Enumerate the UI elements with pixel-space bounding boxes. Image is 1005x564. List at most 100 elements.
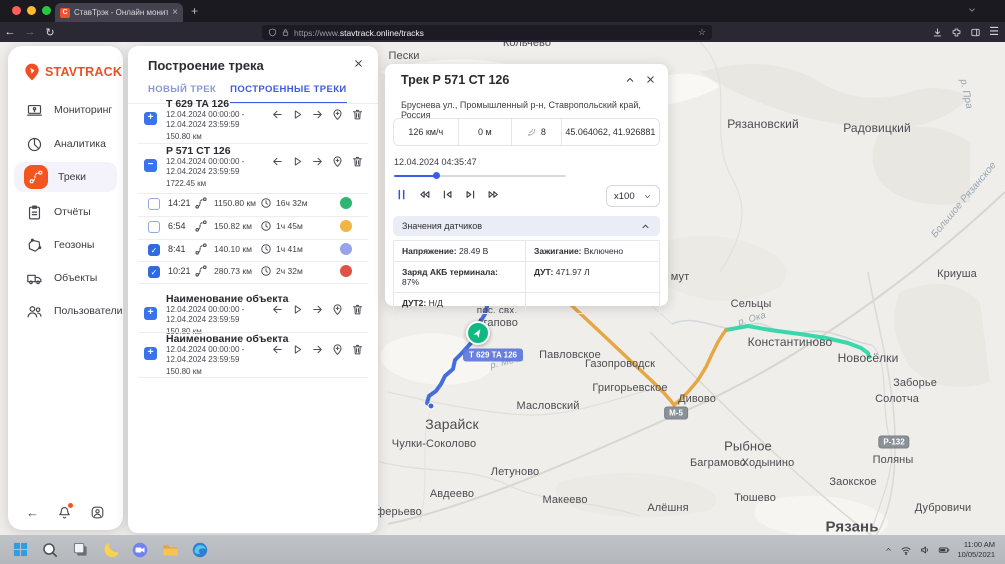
bell-icon[interactable]: [57, 505, 72, 520]
track-item-2[interactable]: +Наименование объекта12.04.2024 00:00:00…: [144, 293, 368, 337]
step-back-icon[interactable]: [271, 303, 284, 316]
sidebar-item-3[interactable]: Отчёты: [14, 197, 117, 227]
search-icon[interactable]: [40, 540, 60, 560]
start-icon[interactable]: [10, 540, 30, 560]
window-close-button[interactable]: [12, 6, 21, 15]
wifi-icon[interactable]: [900, 544, 912, 556]
subtrack-color-dot[interactable]: [340, 197, 352, 209]
step-back-icon[interactable]: [271, 155, 284, 168]
sidebar-item-5[interactable]: Объекты: [14, 263, 117, 293]
close-icon[interactable]: [645, 74, 656, 86]
sidebar-item-1[interactable]: Аналитика: [14, 129, 117, 159]
playback-slider[interactable]: [394, 172, 566, 180]
slider-thumb[interactable]: [433, 172, 440, 179]
video-app-icon[interactable]: [130, 540, 150, 560]
battery-icon[interactable]: [938, 544, 950, 556]
subtrack-row-2[interactable]: ✓8:41140.10 км1ч 41м: [148, 239, 368, 262]
download-icon[interactable]: [932, 27, 943, 38]
sidebar-item-label: Пользователи: [54, 305, 123, 317]
sidebar-item-2[interactable]: Треки: [14, 162, 117, 192]
volume-icon[interactable]: [919, 544, 931, 556]
sidebar-icon[interactable]: [970, 27, 981, 38]
trash-icon[interactable]: [351, 343, 364, 356]
location-pin-icon[interactable]: [331, 343, 344, 356]
crescent-app-icon[interactable]: [100, 540, 120, 560]
subtrack-checkbox[interactable]: [148, 198, 160, 210]
profile-icon[interactable]: [90, 505, 105, 520]
trash-icon[interactable]: [351, 155, 364, 168]
play-icon[interactable]: [291, 343, 304, 356]
location-pin-icon[interactable]: [331, 155, 344, 168]
fast-forward-icon[interactable]: [486, 187, 501, 202]
trash-icon[interactable]: [351, 108, 364, 121]
subtrack-checkbox[interactable]: ✓: [148, 266, 160, 278]
bookmark-star-icon[interactable]: ☆: [698, 27, 706, 38]
step-forward-icon[interactable]: [311, 108, 324, 121]
location-pin-icon[interactable]: [331, 108, 344, 121]
rewind-icon[interactable]: [417, 187, 432, 202]
collapse-arrow-icon[interactable]: ←: [26, 505, 39, 520]
playback-speed-select[interactable]: x100: [606, 185, 660, 207]
subtrack-distance: 140.10 км: [214, 244, 252, 254]
step-forward-icon[interactable]: [311, 303, 324, 316]
vehicle-marker[interactable]: [466, 321, 490, 345]
subtrack-row-0[interactable]: 14:211150.80 км16ч 32м: [148, 193, 368, 216]
browser-tab[interactable]: С СтавТрэк - Онлайн мониторинг ×: [55, 3, 183, 22]
close-icon[interactable]: [353, 58, 364, 69]
expand-track-icon[interactable]: +: [144, 307, 157, 320]
stavtrack-logo[interactable]: STAVTRACK: [22, 62, 122, 82]
collapse-track-icon[interactable]: −: [144, 159, 157, 172]
tray-chevron-icon[interactable]: [884, 545, 893, 554]
sensor-cell: ДУТ2: Н/Д: [394, 293, 525, 313]
expand-track-icon[interactable]: +: [144, 112, 157, 125]
edge-icon[interactable]: [190, 540, 210, 560]
track-period: 12.04.2024 00:00:00 - 12.04.2024 23:59:5…: [166, 110, 274, 130]
step-forward-icon[interactable]: [311, 343, 324, 356]
expand-track-icon[interactable]: +: [144, 347, 157, 360]
taskbar-clock[interactable]: 11:00 AM 10/05/2021: [957, 540, 1001, 560]
subtrack-color-dot[interactable]: [340, 220, 352, 232]
play-icon[interactable]: [291, 303, 304, 316]
location-pin-icon[interactable]: [331, 303, 344, 316]
subtrack-row-3[interactable]: ✓10:21280.73 км2ч 32м: [148, 261, 368, 284]
new-tab-button[interactable]: +: [191, 4, 198, 18]
sidebar-item-6[interactable]: Пользователи: [14, 296, 117, 326]
track-item-3[interactable]: +Наименование объекта12.04.2024 00:00:00…: [144, 333, 368, 377]
extensions-icon[interactable]: [951, 27, 962, 38]
url-bar[interactable]: https://www.stavtrack.online/tracks ☆: [262, 25, 712, 40]
window-zoom-button[interactable]: [42, 6, 51, 15]
subtrack-checkbox[interactable]: [148, 221, 160, 233]
step-forward-icon[interactable]: [311, 155, 324, 168]
subtrack-row-1[interactable]: 6:54150.82 км1ч 45м: [148, 216, 368, 239]
back-button[interactable]: ←: [0, 26, 20, 38]
reload-button[interactable]: ↻: [40, 26, 60, 39]
subtrack-color-dot[interactable]: [340, 243, 352, 255]
step-back-icon[interactable]: [271, 343, 284, 356]
subtrack-checkbox[interactable]: ✓: [148, 244, 160, 256]
skip-forward-icon[interactable]: [463, 187, 478, 202]
tab-close-icon[interactable]: ×: [172, 8, 178, 18]
step-back-icon[interactable]: [271, 108, 284, 121]
sidebar-item-4[interactable]: Геозоны: [14, 230, 117, 260]
sidebar-item-0[interactable]: Мониторинг: [14, 95, 117, 125]
file-explorer-icon[interactable]: [160, 540, 180, 560]
menu-icon[interactable]: ☰: [989, 27, 999, 38]
pause-icon[interactable]: [394, 187, 409, 202]
reports-icon: [24, 202, 44, 222]
window-minimize-button[interactable]: [27, 6, 36, 15]
skip-back-icon[interactable]: [440, 187, 455, 202]
trash-icon[interactable]: [351, 303, 364, 316]
subtrack-color-dot[interactable]: [340, 265, 352, 277]
play-icon[interactable]: [291, 155, 304, 168]
taskview-icon[interactable]: [70, 540, 90, 560]
play-icon[interactable]: [291, 108, 304, 121]
sensors-section-header[interactable]: Значения датчиков: [393, 216, 660, 236]
track-item-1[interactable]: −P 571 CT 12612.04.2024 00:00:00 - 12.04…: [144, 145, 368, 189]
chevron-up-icon[interactable]: [624, 74, 636, 86]
url-text[interactable]: https://www.stavtrack.online/tracks: [294, 28, 694, 38]
shield-icon[interactable]: [268, 28, 277, 37]
list-tabs-chevron-icon[interactable]: [967, 5, 977, 15]
forward-button[interactable]: →: [20, 26, 40, 38]
track-item-0[interactable]: +T 629 TA 12612.04.2024 00:00:00 - 12.04…: [144, 98, 368, 142]
vehicle-map-label[interactable]: T 629 TA 126: [463, 349, 523, 362]
